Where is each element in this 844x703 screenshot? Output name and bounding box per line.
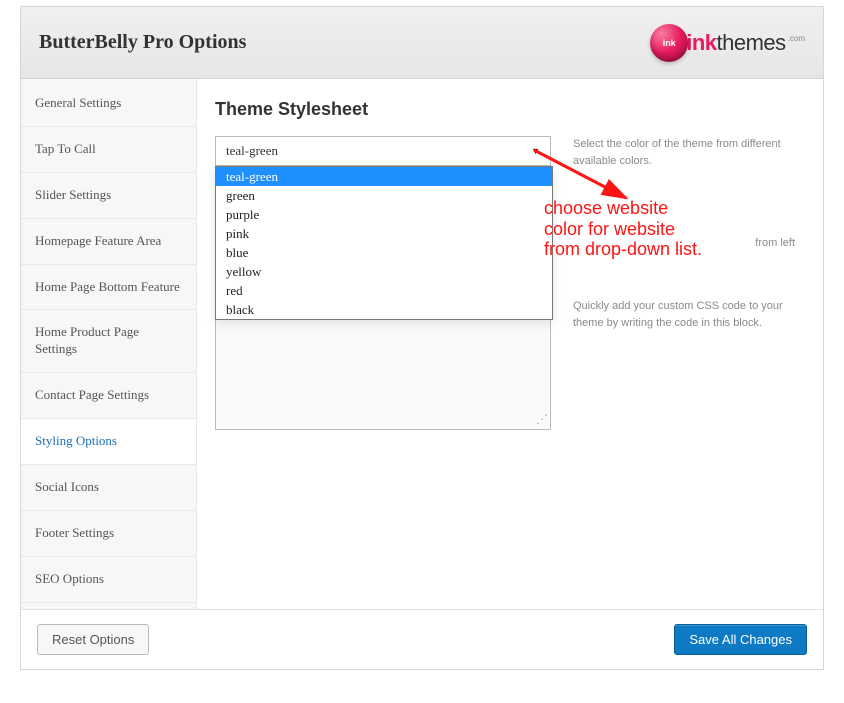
dropdown-option-black[interactable]: black <box>216 300 552 319</box>
dropdown-option-pink[interactable]: pink <box>216 224 552 243</box>
logo-text: inkthemes <box>686 30 785 56</box>
sidebar-item-general-settings[interactable]: General Settings <box>21 81 196 127</box>
sidebar-item-homepage-feature-area[interactable]: Homepage Feature Area <box>21 219 196 265</box>
sidebar-item-styling-options[interactable]: Styling Options <box>21 419 196 465</box>
theme-color-help: Select the color of the theme from diffe… <box>573 136 795 169</box>
logo-badge-icon: ink <box>650 24 688 62</box>
custom-css-help: Quickly add your custom CSS code to your… <box>573 298 795 430</box>
section-title: Theme Stylesheet <box>215 99 795 120</box>
reset-options-button[interactable]: Reset Options <box>37 624 149 655</box>
sidebar-item-social-icons[interactable]: Social Icons <box>21 465 196 511</box>
dropdown-option-teal-green[interactable]: teal-green <box>216 167 552 186</box>
panel-header: ButterBelly Pro Options ink inkthemes .c… <box>21 7 823 79</box>
sidebar-item-footer-settings[interactable]: Footer Settings <box>21 511 196 557</box>
dropdown-option-yellow[interactable]: yellow <box>216 262 552 281</box>
chevron-down-icon: ▼ <box>531 146 540 156</box>
sidebar-item-home-product-page-settings[interactable]: Home Product Page Settings <box>21 310 196 373</box>
theme-color-select[interactable]: teal-green ▼ <box>215 136 551 166</box>
panel-footer: Reset Options Save All Changes <box>21 609 823 669</box>
theme-color-row: teal-green ▼ teal-green green purple pin… <box>215 136 795 169</box>
page-title: ButterBelly Pro Options <box>39 31 246 54</box>
sidebar-item-home-page-bottom-feature[interactable]: Home Page Bottom Feature <box>21 265 196 311</box>
sidebar-item-slider-settings[interactable]: Slider Settings <box>21 173 196 219</box>
dropdown-option-green[interactable]: green <box>216 186 552 205</box>
options-panel: ButterBelly Pro Options ink inkthemes .c… <box>20 6 824 670</box>
theme-color-value: teal-green <box>226 143 278 159</box>
settings-sidebar: General Settings Tap To Call Slider Sett… <box>21 79 196 609</box>
brand-logo: ink inkthemes .com <box>650 24 805 62</box>
settings-content: Theme Stylesheet teal-green ▼ teal-green… <box>196 79 823 609</box>
dropdown-option-blue[interactable]: blue <box>216 243 552 262</box>
save-all-changes-button[interactable]: Save All Changes <box>674 624 807 655</box>
resize-handle-icon: ⋰ <box>536 412 548 427</box>
sidebar-item-contact-page-settings[interactable]: Contact Page Settings <box>21 373 196 419</box>
panel-body: General Settings Tap To Call Slider Sett… <box>21 79 823 609</box>
theme-color-dropdown: teal-green green purple pink blue yellow… <box>215 166 553 320</box>
logo-suffix: .com <box>788 34 805 43</box>
dropdown-option-red[interactable]: red <box>216 281 552 300</box>
sidebar-item-tap-to-call[interactable]: Tap To Call <box>21 127 196 173</box>
sidebar-item-seo-options[interactable]: SEO Options <box>21 557 196 603</box>
dropdown-option-purple[interactable]: purple <box>216 205 552 224</box>
rtl-help-line1: from left <box>573 185 795 252</box>
